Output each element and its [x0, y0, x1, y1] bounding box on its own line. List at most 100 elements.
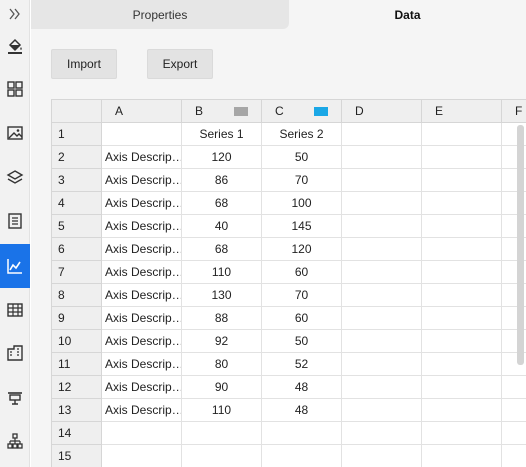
row-header[interactable]: 5	[52, 215, 102, 238]
grid-cell[interactable]: 48	[262, 399, 342, 422]
grid-cell[interactable]: 92	[182, 330, 262, 353]
grid-cell[interactable]: 120	[262, 238, 342, 261]
grid-corner[interactable]	[52, 100, 102, 123]
series-color-swatch[interactable]	[314, 107, 328, 116]
grid-cell[interactable]: 40	[182, 215, 262, 238]
grid-cell[interactable]	[502, 445, 526, 467]
grid-cell[interactable]: 130	[182, 284, 262, 307]
grid-cell[interactable]	[422, 215, 502, 238]
row-header[interactable]: 1	[52, 123, 102, 146]
grid-cell[interactable]	[102, 123, 182, 146]
building-icon[interactable]	[0, 331, 30, 375]
grid-cell[interactable]	[342, 445, 422, 467]
tab-data[interactable]: Data	[289, 0, 526, 29]
row-header[interactable]: 7	[52, 261, 102, 284]
grid-cell[interactable]: Axis Descrip…	[102, 146, 182, 169]
grid-cell[interactable]	[422, 123, 502, 146]
grid-cell[interactable]: 48	[262, 376, 342, 399]
layers-icon[interactable]	[0, 156, 30, 200]
grid-cell[interactable]	[182, 422, 262, 445]
grid-cell[interactable]	[342, 215, 422, 238]
grid-cell[interactable]	[102, 422, 182, 445]
grid-cell[interactable]	[502, 376, 526, 399]
grid-cell[interactable]: Series 2	[262, 123, 342, 146]
row-header[interactable]: 8	[52, 284, 102, 307]
grid-cell[interactable]: Axis Descrip…	[102, 353, 182, 376]
grid-cell[interactable]: 100	[262, 192, 342, 215]
grid-cell[interactable]: 80	[182, 353, 262, 376]
row-header[interactable]: 15	[52, 445, 102, 467]
grid-cell[interactable]: Axis Descrip…	[102, 238, 182, 261]
grid-cell[interactable]: 110	[182, 399, 262, 422]
grid-cell[interactable]: 68	[182, 238, 262, 261]
grid-cell[interactable]: 88	[182, 307, 262, 330]
grid-cell[interactable]	[262, 422, 342, 445]
grid-cell[interactable]: Axis Descrip…	[102, 376, 182, 399]
grid-cell[interactable]	[342, 284, 422, 307]
chart-icon[interactable]	[0, 244, 30, 288]
fill-icon[interactable]	[0, 24, 30, 68]
grid-cell[interactable]	[422, 307, 502, 330]
grid-cell[interactable]	[422, 399, 502, 422]
grid-cell[interactable]	[422, 284, 502, 307]
grid-cell[interactable]: Axis Descrip…	[102, 284, 182, 307]
grid-cell[interactable]: Axis Descrip…	[102, 215, 182, 238]
column-header-a[interactable]: A	[102, 100, 182, 123]
column-header-c[interactable]: C	[262, 100, 342, 123]
hierarchy-icon[interactable]	[0, 419, 30, 463]
grid-cell[interactable]: 60	[262, 307, 342, 330]
table-icon[interactable]	[0, 288, 30, 332]
row-header[interactable]: 4	[52, 192, 102, 215]
grid-cell[interactable]: Axis Descrip…	[102, 399, 182, 422]
grid-cell[interactable]: 110	[182, 261, 262, 284]
grid-cell[interactable]	[422, 353, 502, 376]
row-header[interactable]: 9	[52, 307, 102, 330]
grid-cell[interactable]	[342, 123, 422, 146]
grid-cell[interactable]	[342, 307, 422, 330]
grid-cell[interactable]	[422, 169, 502, 192]
row-header[interactable]: 10	[52, 330, 102, 353]
row-header[interactable]: 6	[52, 238, 102, 261]
grid-cell[interactable]	[342, 192, 422, 215]
grid-cell[interactable]: 52	[262, 353, 342, 376]
grid-cell[interactable]	[422, 376, 502, 399]
grid-cell[interactable]	[342, 261, 422, 284]
column-header-d[interactable]: D	[342, 100, 422, 123]
column-header-e[interactable]: E	[422, 100, 502, 123]
grid-cell[interactable]: 90	[182, 376, 262, 399]
grid-cell[interactable]: Axis Descrip…	[102, 261, 182, 284]
series-color-swatch[interactable]	[234, 107, 248, 116]
grid-cell[interactable]: 70	[262, 284, 342, 307]
row-header[interactable]: 13	[52, 399, 102, 422]
grid-cell[interactable]: Axis Descrip…	[102, 169, 182, 192]
row-header[interactable]: 2	[52, 146, 102, 169]
grid-cell[interactable]	[342, 353, 422, 376]
grid-cell[interactable]	[342, 399, 422, 422]
grid-cell[interactable]: 50	[262, 330, 342, 353]
tab-properties[interactable]: Properties	[31, 0, 289, 29]
image-icon[interactable]	[0, 111, 30, 155]
grid-cell[interactable]	[342, 146, 422, 169]
grid-cell[interactable]	[342, 376, 422, 399]
grid-cell[interactable]	[102, 445, 182, 467]
grid-cell[interactable]: 50	[262, 146, 342, 169]
grid-cell[interactable]: 68	[182, 192, 262, 215]
column-header-f[interactable]: F	[502, 100, 526, 123]
document-icon[interactable]	[0, 199, 30, 243]
grid-cell[interactable]	[422, 445, 502, 467]
row-header[interactable]: 14	[52, 422, 102, 445]
grid-cell[interactable]	[342, 238, 422, 261]
grid-cell[interactable]: 70	[262, 169, 342, 192]
row-header[interactable]: 11	[52, 353, 102, 376]
grid-cell[interactable]	[422, 422, 502, 445]
vertical-scrollbar[interactable]	[517, 125, 524, 365]
grid-cell[interactable]: 120	[182, 146, 262, 169]
grid-cell[interactable]: 60	[262, 261, 342, 284]
export-button[interactable]: Export	[147, 49, 213, 79]
layout-icon[interactable]	[0, 67, 30, 111]
grid-cell[interactable]	[502, 422, 526, 445]
grid-cell[interactable]: 145	[262, 215, 342, 238]
grid-cell[interactable]	[182, 445, 262, 467]
grid-cell[interactable]	[422, 192, 502, 215]
grid-cell[interactable]: Axis Descrip…	[102, 307, 182, 330]
